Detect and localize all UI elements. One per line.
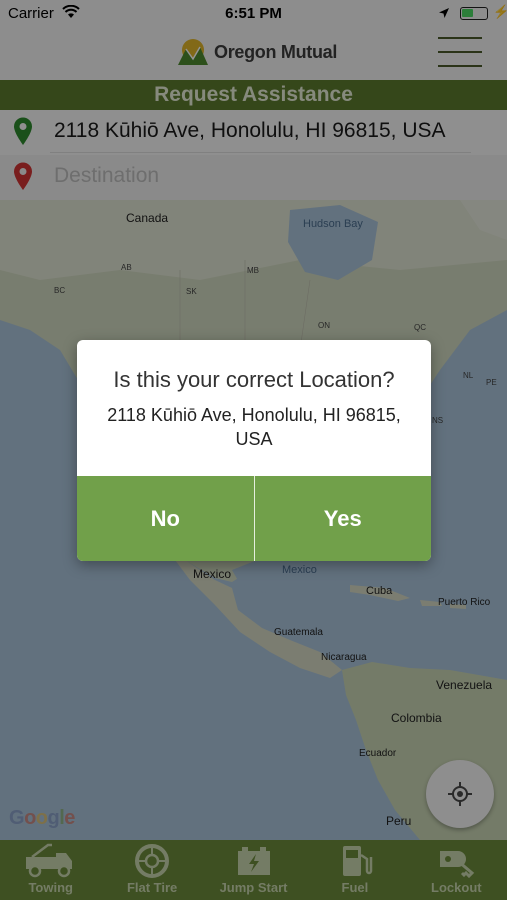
fuel-pump-icon: [342, 846, 373, 876]
my-location-button[interactable]: [426, 760, 494, 828]
tab-jump-start[interactable]: Jump Start: [203, 840, 304, 900]
tab-fuel[interactable]: Fuel: [304, 840, 405, 900]
tab-flat-tire[interactable]: Flat Tire: [101, 840, 202, 900]
tab-label: Fuel: [341, 880, 369, 895]
tab-lockout[interactable]: Lockout: [406, 840, 507, 900]
dialog-message: 2118 Kūhiō Ave, Honolulu, HI 96815, USA: [107, 405, 401, 449]
tab-label: Lockout: [431, 880, 482, 895]
tire-icon: [135, 844, 170, 878]
yes-button[interactable]: Yes: [253, 476, 431, 561]
tow-truck-icon: [25, 843, 72, 878]
tab-towing[interactable]: Towing: [0, 840, 101, 900]
no-button[interactable]: No: [77, 476, 254, 561]
tab-label: Flat Tire: [126, 880, 178, 895]
location-confirm-dialog: Is this your correct Location? 2118 Kūhi…: [77, 340, 431, 561]
service-tab-bar: Towing Flat Tire Jump Start Fuel Lockout: [0, 840, 507, 900]
dialog-actions: No Yes: [77, 476, 431, 561]
car-key-icon: [440, 851, 475, 879]
crosshair-locate-icon: [448, 782, 472, 806]
tab-label: Jump Start: [219, 880, 288, 895]
dialog-title: Is this your correct Location?: [113, 367, 395, 392]
tab-label: Towing: [28, 880, 73, 895]
battery-icon: [237, 847, 270, 875]
